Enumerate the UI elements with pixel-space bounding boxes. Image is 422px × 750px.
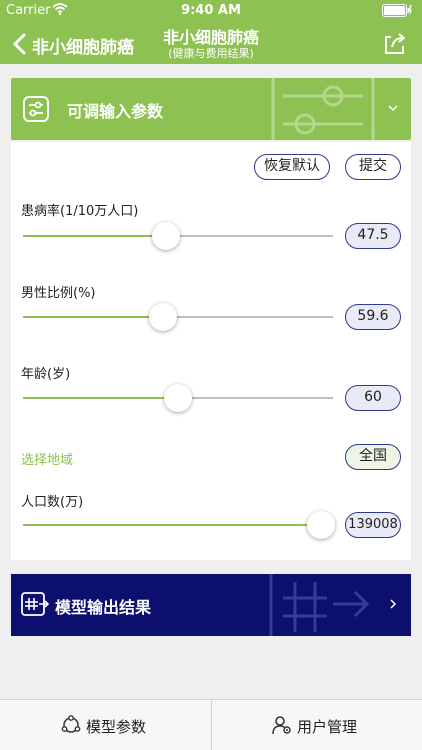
prevalence-slider-knob[interactable] [151, 222, 180, 250]
grid-arrow-icon [21, 592, 49, 616]
app-header: Carrier 9:40 AM 非小细胞肺癌 非小细胞肺癌 (健康与费用结果) [0, 0, 422, 64]
sliders-watermark-icon [271, 78, 375, 140]
model-output-card[interactable]: 模型输出结果 [11, 574, 411, 636]
page-subtitle: (健康与费用结果) [168, 47, 254, 60]
age-slider-fill [23, 397, 178, 399]
age-slider-knob[interactable] [164, 384, 192, 412]
share-icon[interactable] [382, 30, 408, 56]
population-slider-track[interactable] [23, 524, 333, 526]
region-label: 选择地域 [21, 453, 74, 468]
input-params-header[interactable]: 可调输入参数 [11, 78, 411, 140]
population-label: 人口数(万) [21, 495, 84, 510]
page-title-main: 非小细胞肺癌 [162, 28, 259, 47]
age-value[interactable]: 60 [345, 385, 401, 411]
age-label: 年龄(岁) [21, 367, 71, 382]
params-panel: 恢复默认 提交 患病率(1/10万人口) 47.5 男性比例(%) 59.6 年… [11, 142, 411, 560]
reset-default-button[interactable]: 恢复默认 [254, 154, 330, 180]
male-ratio-label: 男性比例(%) [21, 286, 96, 301]
male-ratio-value[interactable]: 59.6 [345, 304, 401, 330]
chevron-down-icon [388, 105, 398, 112]
model-output-title: 模型输出结果 [55, 598, 152, 617]
region-select[interactable]: 全国 [345, 444, 401, 470]
prevalence-slider-fill [23, 235, 166, 237]
tab-model-params-label: 模型参数 [86, 718, 147, 736]
prevalence-value[interactable]: 47.5 [345, 223, 401, 249]
input-params-title: 可调输入参数 [67, 102, 164, 121]
tab-user-management-label: 用户管理 [297, 718, 358, 736]
battery-icon [382, 4, 412, 17]
submit-button[interactable]: 提交 [345, 154, 401, 180]
tab-model-params[interactable]: 模型参数 [0, 700, 210, 750]
status-time: 9:40 AM [181, 3, 241, 18]
population-value[interactable]: 139008 [345, 512, 401, 538]
male-ratio-slider-fill [23, 316, 163, 318]
population-slider-fill [23, 524, 321, 526]
page-title: 非小细胞肺癌 (健康与费用结果) [0, 28, 422, 60]
chevron-right-icon [390, 599, 397, 609]
population-slider-knob[interactable] [306, 511, 335, 539]
network-icon [61, 715, 81, 733]
bottom-tab-bar: 模型参数 用户管理 [0, 699, 422, 750]
sliders-icon [23, 96, 49, 122]
status-bar: Carrier 9:40 AM [0, 0, 422, 22]
male-ratio-slider-knob[interactable] [148, 303, 177, 331]
male-ratio-slider-track[interactable] [23, 316, 333, 318]
tab-user-management[interactable]: 用户管理 [211, 700, 421, 750]
prevalence-label: 患病率(1/10万人口) [21, 204, 139, 219]
grid-arrow-watermark-icon [269, 574, 370, 636]
user-gear-icon [272, 716, 291, 735]
